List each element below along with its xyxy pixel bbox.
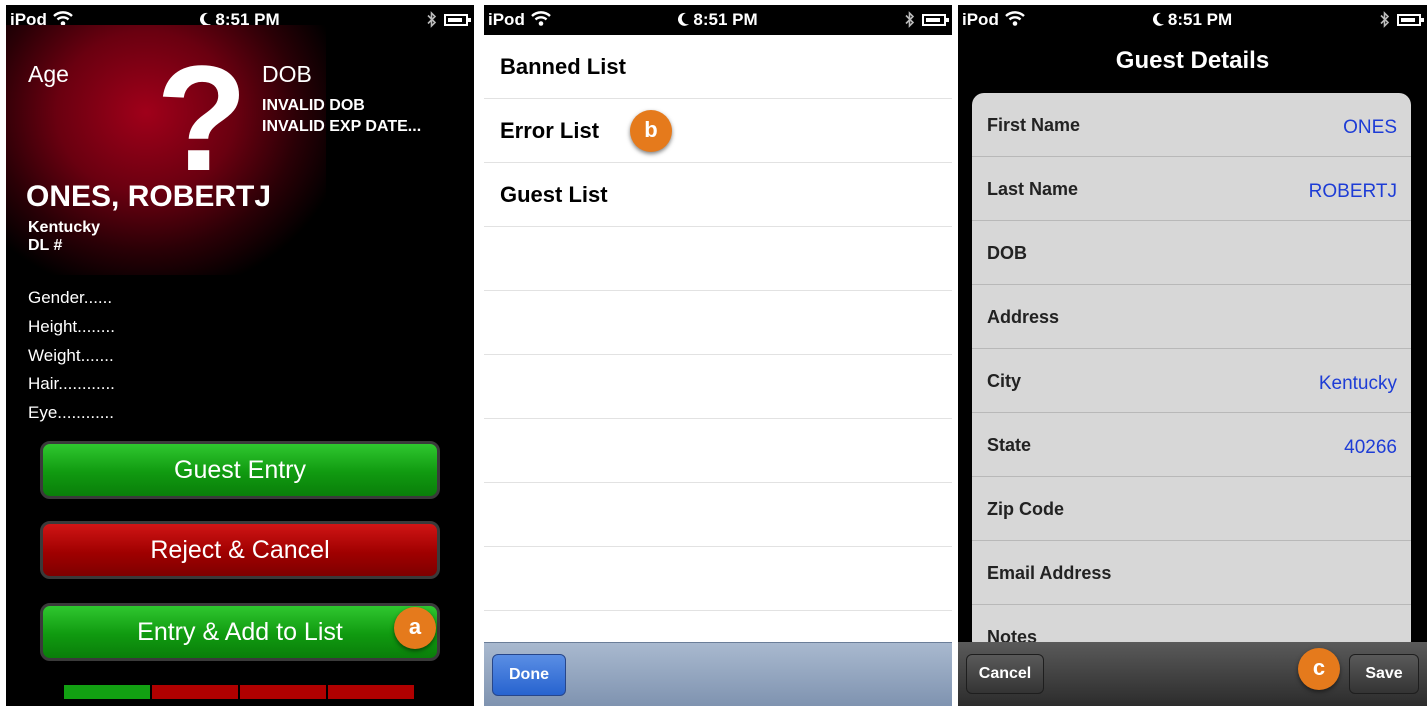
address-field[interactable]: Address — [972, 285, 1411, 349]
field-value: ONES — [1343, 117, 1397, 138]
bluetooth-icon — [427, 11, 437, 28]
field-label: City — [987, 371, 1022, 391]
list-item-label: Banned List — [500, 54, 626, 79]
bluetooth-icon — [905, 11, 915, 28]
eye-field: Eye............ — [28, 403, 114, 422]
status-time: 8:51 PM — [693, 10, 758, 29]
reject-cancel-button[interactable]: Reject & Cancel — [40, 521, 440, 579]
list-picker-screen: iPod 8:51 PM Banned List Error List b Gu… — [484, 5, 952, 706]
list-item-empty — [484, 483, 952, 547]
list-item-label: Error List — [500, 118, 600, 143]
field-label: Address — [987, 307, 1060, 327]
callout-badge-a: a — [394, 607, 436, 649]
progress-segment — [328, 685, 414, 699]
moon-icon — [1152, 12, 1164, 26]
callout-badge-b: b — [630, 110, 672, 152]
last-name-field[interactable]: Last Name ROBERTJ — [972, 157, 1411, 221]
field-label: Email Address — [987, 563, 1112, 583]
field-label: Zip Code — [987, 499, 1064, 519]
gender-field: Gender...... — [28, 288, 113, 307]
zip-code-field[interactable]: Zip Code — [972, 477, 1411, 541]
list-item-empty — [484, 291, 952, 355]
list-item-error[interactable]: Error List b — [484, 99, 952, 163]
moon-icon — [200, 12, 212, 26]
battery-icon — [444, 14, 471, 26]
weight-field: Weight....... — [28, 346, 114, 365]
guest-details-screen: iPod 8:51 PM Guest Details First Name ON… — [958, 5, 1427, 706]
entry-add-to-list-button[interactable]: Entry & Add to List — [40, 603, 440, 661]
status-time: 8:51 PM — [1167, 10, 1233, 29]
save-button[interactable]: Save — [1349, 654, 1419, 694]
height-field: Height........ — [28, 317, 115, 336]
list-item-empty — [484, 419, 952, 483]
list-item-empty — [484, 547, 952, 611]
progress-segment — [64, 685, 150, 699]
invalid-exp-warning: INVALID EXP DATE... — [262, 118, 422, 135]
list-item-label: Guest List — [500, 182, 608, 207]
cancel-button[interactable]: Cancel — [966, 654, 1044, 694]
field-value: ROBERTJ — [1308, 181, 1397, 202]
field-value: 40266 — [1344, 437, 1397, 458]
bottom-toolbar: Done — [484, 642, 952, 706]
list-item-banned[interactable]: Banned List — [484, 35, 952, 99]
hair-field: Hair............ — [28, 374, 115, 393]
dob-label: DOB — [262, 61, 312, 87]
callout-badge-c: c — [1298, 648, 1340, 690]
field-label: Last Name — [987, 179, 1079, 199]
invalid-dob-warning: INVALID DOB — [262, 97, 365, 114]
page-title: Guest Details — [1115, 47, 1270, 74]
license-state: Kentucky — [28, 219, 101, 236]
list-item-empty — [484, 355, 952, 419]
person-name: ONES, ROBERTJ — [26, 180, 272, 213]
list-options: Banned List Error List b Guest List — [484, 35, 952, 611]
bluetooth-icon — [1380, 11, 1390, 28]
field-label: State — [987, 435, 1032, 455]
moon-icon — [678, 12, 690, 26]
done-button[interactable]: Done — [492, 654, 566, 696]
battery-icon — [1397, 14, 1424, 26]
status-bar: iPod 8:51 PM — [958, 5, 1427, 35]
list-item-guest[interactable]: Guest List — [484, 163, 952, 227]
city-field[interactable]: City Kentucky — [972, 349, 1411, 413]
age-label: Age — [28, 61, 69, 87]
status-bar: iPod 8:51 PM — [484, 5, 952, 35]
dob-field[interactable]: DOB — [972, 221, 1411, 285]
field-label: First Name — [987, 115, 1081, 135]
progress-segment — [152, 685, 238, 699]
id-scan-screen: iPod 8:51 PM ? Age DOB INVALID DOB INVAL… — [6, 5, 474, 706]
license-number-label: DL # — [28, 237, 63, 254]
field-value: Kentucky — [1318, 373, 1397, 394]
progress-segment — [240, 685, 326, 699]
state-field[interactable]: State 40266 — [972, 413, 1411, 477]
bottom-toolbar: Cancel Save c — [958, 642, 1427, 706]
battery-icon — [922, 14, 949, 26]
guest-details-form: First Name ONES Last Name ROBERTJ DOB Ad… — [972, 93, 1411, 653]
field-label: DOB — [987, 243, 1027, 263]
first-name-field[interactable]: First Name ONES — [972, 93, 1411, 157]
unknown-status-icon: ? — [156, 34, 248, 202]
list-item-empty — [484, 227, 952, 291]
email-address-field[interactable]: Email Address — [972, 541, 1411, 605]
guest-entry-button[interactable]: Guest Entry — [40, 441, 440, 499]
